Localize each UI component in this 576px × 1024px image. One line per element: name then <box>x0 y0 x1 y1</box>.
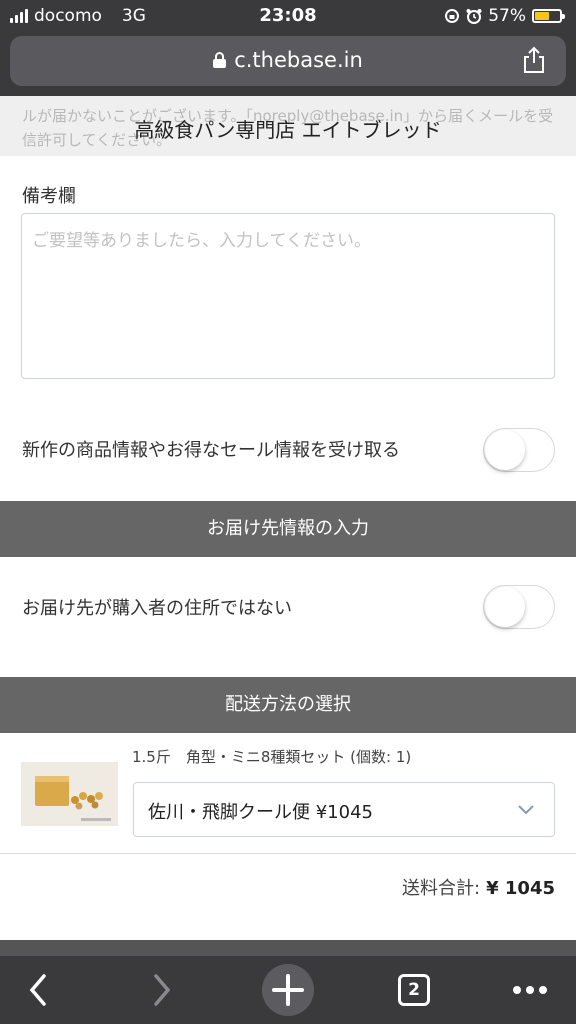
battery-percent: 57% <box>488 6 526 26</box>
shipping-method-select[interactable]: 佐川・飛脚クール便 ¥1045 <box>133 782 555 837</box>
email-notice: ルが届かないことがございます。「noreply@thebase.in」から届くメ… <box>0 96 576 156</box>
product-image <box>21 762 118 826</box>
browser-top-chrome: docomo 3G 23:08 57% c.thebase.in <box>0 0 576 96</box>
status-right: 57% <box>444 6 565 26</box>
next-section-strip <box>0 940 576 956</box>
tabs-icon[interactable]: 2 <box>398 974 430 1006</box>
rotation-lock-icon <box>445 9 460 23</box>
url-bar[interactable]: c.thebase.in <box>10 36 566 86</box>
lock-icon <box>213 52 227 68</box>
url-display[interactable]: c.thebase.in <box>10 48 566 72</box>
shipping-total-value: ¥ 1045 <box>486 878 555 899</box>
chevron-right-icon[interactable] <box>132 956 192 1024</box>
shipping-total-label: 送料合計: <box>402 878 481 899</box>
remarks-textarea[interactable]: ご要望等ありましたら、入力してください。 <box>21 213 555 379</box>
share-icon[interactable] <box>522 46 546 74</box>
toggle-knob <box>485 587 525 627</box>
alt-delivery-label: お届け先が購入者の住所ではない <box>22 598 292 619</box>
battery-fill <box>535 12 549 20</box>
status-bar: docomo 3G 23:08 57% <box>0 0 576 32</box>
url-text: c.thebase.in <box>234 48 363 72</box>
plus-icon <box>272 974 304 1006</box>
newsletter-toggle[interactable] <box>483 428 555 472</box>
browser-toolbar: 2 <box>0 956 576 1024</box>
chevron-down-icon <box>518 805 534 815</box>
chevron-left-icon[interactable] <box>8 956 68 1024</box>
remarks-placeholder: ご要望等ありましたら、入力してください。 <box>32 231 371 251</box>
battery-icon <box>532 9 565 23</box>
new-tab-button[interactable] <box>262 964 314 1016</box>
toggle-knob <box>485 430 525 470</box>
product-name: 1.5斤 角型・ミニ8種類セット (個数: 1) <box>132 748 412 766</box>
shipping-total: 送料合計: ¥ 1045 <box>402 874 555 900</box>
delivery-section-header: お届け先情報の入力 <box>0 501 576 557</box>
alarm-icon <box>466 9 482 24</box>
newsletter-label: 新作の商品情報やお得なセール情報を受け取る <box>22 440 400 461</box>
remarks-label: 備考欄 <box>22 186 76 207</box>
page-content: ルが届かないことがございます。「noreply@thebase.in」から届くメ… <box>0 96 576 956</box>
shipping-method-value: 佐川・飛脚クール便 ¥1045 <box>148 802 373 823</box>
more-icon[interactable] <box>500 956 560 1024</box>
shop-title: 高級食パン専門店 エイトブレッド <box>134 118 442 142</box>
alt-delivery-toggle[interactable] <box>483 585 555 629</box>
bread-image <box>21 762 118 826</box>
divider <box>0 853 576 854</box>
shipping-section-header: 配送方法の選択 <box>0 677 576 733</box>
